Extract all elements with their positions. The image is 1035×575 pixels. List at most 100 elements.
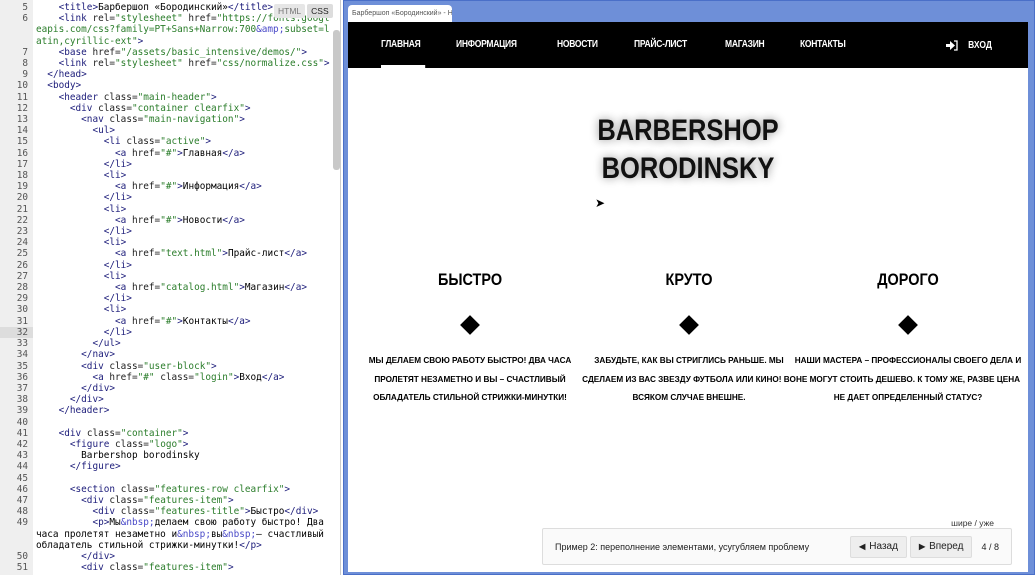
diamond-icon: [679, 315, 699, 335]
forward-button[interactable]: ▶ Вперед: [909, 535, 973, 558]
code-line[interactable]: 24 <li>: [0, 237, 333, 248]
token-attr: href=: [131, 282, 161, 294]
code-line[interactable]: 42 <figure class="logo">: [0, 439, 333, 450]
code-line[interactable]: 47 <div class="features-item">: [0, 495, 333, 506]
nav-item-shop[interactable]: Магазин: [725, 22, 765, 68]
token-text: вы: [210, 528, 223, 540]
code-line[interactable]: 40: [0, 417, 333, 428]
code-line[interactable]: 14 <ul>: [0, 125, 333, 136]
nav-item-news[interactable]: Новости: [557, 22, 598, 68]
code-line[interactable]: 46 <section class="features-row clearfix…: [0, 484, 333, 495]
token-tag: <div: [81, 360, 110, 372]
token-tag: </header>: [58, 405, 110, 417]
code-line[interactable]: 48 <div class="features-title">Быстро</d…: [0, 506, 333, 517]
code-line[interactable]: 28 <a href="catalog.html">Магазин</a>: [0, 282, 333, 293]
code-line[interactable]: 29 </li>: [0, 293, 333, 304]
code-line[interactable]: 26 </li>: [0, 260, 333, 271]
skip-forward-icon: ▶: [918, 542, 926, 551]
code-line[interactable]: 22 <a href="#">Новости</a>: [0, 215, 333, 226]
width-toggle[interactable]: шире / уже: [951, 518, 994, 528]
token-tag: >: [244, 102, 251, 114]
forward-label: Вперед: [929, 541, 964, 552]
code-line[interactable]: 39 </header>: [0, 405, 333, 416]
code-line[interactable]: 11 <header class="main-header">: [0, 92, 333, 103]
token-tag: >: [205, 136, 211, 148]
sign-in-icon: [945, 39, 958, 51]
code-line[interactable]: 12 <div class="container clearfix">: [0, 103, 333, 114]
code-line[interactable]: 25 <a href="text.html">Прайс-лист</a>: [0, 248, 333, 259]
code-line[interactable]: 17 </li>: [0, 159, 333, 170]
code-line[interactable]: 38 </div>: [0, 394, 333, 405]
line-text: </div>: [33, 394, 333, 405]
code-line[interactable]: 37 </div>: [0, 383, 333, 394]
code-line[interactable]: 36 <a href="#" class="login">Вход</a>: [0, 372, 333, 383]
token-tag: <a: [115, 248, 132, 260]
code-line[interactable]: 23 </li>: [0, 226, 333, 237]
code-line[interactable]: 7 <base href="/assets/basic_intensive/de…: [0, 47, 333, 58]
feature-title: Дорого: [877, 270, 939, 289]
code-line[interactable]: 32 </li>: [0, 326, 333, 339]
nav-item-contacts[interactable]: Контакты: [800, 22, 846, 68]
token-tag: <li>: [103, 237, 127, 249]
code-line[interactable]: 18 <li>: [0, 170, 333, 181]
code-line[interactable]: 44 </figure>: [0, 461, 333, 472]
code-line[interactable]: 16 <a href="#">Главная</a>: [0, 148, 333, 159]
browser-tab[interactable]: Барбершоп «Бородинский» - HTML: [348, 5, 452, 23]
code-line[interactable]: 31 <a href="#">Контакты</a>: [0, 316, 333, 327]
nav-item-prices[interactable]: Прайс-лист: [634, 22, 687, 68]
code-line[interactable]: 27 <li>: [0, 271, 333, 282]
token-tag: <ul>: [92, 125, 116, 137]
line-number: 11: [16, 91, 28, 103]
token-ent: &nbsp;: [120, 517, 155, 529]
code-line[interactable]: 13 <nav class="main-navigation">: [0, 114, 333, 125]
token-tag: <div: [81, 562, 110, 574]
css-mode-button[interactable]: CSS: [307, 4, 333, 18]
token-attr: class=: [109, 114, 144, 126]
code-line[interactable]: 33 </ul>: [0, 338, 333, 349]
login-link[interactable]: Вход: [945, 22, 994, 68]
code-line[interactable]: 19 <a href="#">Информация</a>: [0, 181, 333, 192]
code-line[interactable]: 9 </head>: [0, 69, 333, 80]
code-line[interactable]: 45: [0, 473, 333, 484]
code-line[interactable]: 20 </li>: [0, 192, 333, 203]
nav-item-info[interactable]: Информация: [456, 22, 517, 68]
line-number: 25: [16, 248, 28, 260]
line-text: Barbershop borodinsky: [33, 450, 333, 461]
line-text: [33, 417, 333, 428]
line-text: </li>: [33, 260, 333, 271]
code-line[interactable]: 51 <div class="features-item">: [0, 562, 333, 573]
code-line[interactable]: 41 <div class="container">: [0, 428, 333, 439]
back-button[interactable]: ◀ Назад: [850, 535, 907, 558]
token-attr: href=: [182, 58, 217, 70]
code-line[interactable]: 43 Barbershop borodinsky: [0, 450, 333, 461]
token-tag: <li>: [103, 304, 127, 316]
token-str: "stylesheet": [115, 58, 183, 70]
code-lines[interactable]: 5 <title>Барбершоп «Бородинский»</title>…: [0, 2, 333, 573]
code-line[interactable]: 8 <link rel="stylesheet" href="css/norma…: [0, 58, 333, 69]
code-line[interactable]: 15 <li class="active">: [0, 136, 333, 147]
code-line[interactable]: 30 <li>: [0, 304, 333, 315]
scrollbar[interactable]: [333, 30, 340, 170]
logo-line-1: BARBERSHOP: [597, 114, 779, 147]
code-line[interactable]: 49 <p>Мы&nbsp;делаем свою работу быстро!…: [0, 517, 333, 551]
code-line[interactable]: 10 <body>: [0, 80, 333, 91]
line-number: 9: [22, 69, 28, 81]
token-tag: </p>: [239, 539, 262, 551]
token-str: "#": [160, 147, 178, 159]
code-line[interactable]: 6 <link rel="stylesheet" href="https://f…: [0, 13, 333, 47]
line-number: 19: [16, 181, 28, 193]
code-line[interactable]: 21 <li>: [0, 204, 333, 215]
html-mode-button[interactable]: HTML: [274, 4, 306, 18]
line-number: 39: [16, 405, 28, 417]
code-editor[interactable]: 5 <title>Барбершоп «Бородинский»</title>…: [0, 0, 341, 575]
code-line[interactable]: 34 </nav>: [0, 349, 333, 360]
nav-item-home[interactable]: Главная: [381, 22, 426, 68]
code-line[interactable]: 50 </div>: [0, 551, 333, 562]
code-line[interactable]: 35 <div class="user-block">: [0, 361, 333, 372]
line-number: 15: [16, 136, 28, 148]
token-text: Главная: [182, 147, 223, 159]
